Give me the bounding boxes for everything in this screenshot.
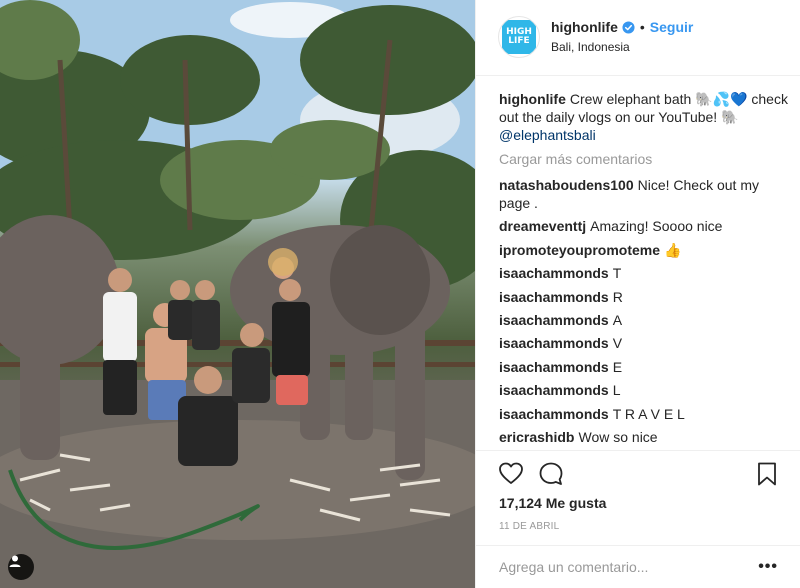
comment-row: isaachammonds A [499, 311, 789, 329]
comment-username[interactable]: ericrashidb [499, 429, 574, 445]
comment-row: isaachammonds R [499, 288, 789, 306]
brand-logo: HIGH LIFE [502, 20, 536, 54]
comment-text: Wow so nice [578, 428, 658, 445]
comment-username[interactable]: isaachammonds [499, 265, 609, 281]
comment-bubble-icon[interactable] [538, 461, 564, 487]
comment-text: T [612, 265, 622, 282]
comment-row: isaachammonds V [499, 334, 789, 352]
post-sidebar: HIGH LIFE highonlife • Seguir Bali, Indo… [475, 0, 800, 588]
load-more-comments-button[interactable]: Cargar más comentarios [499, 150, 789, 168]
comment-text: 👍 [664, 241, 682, 258]
username-link[interactable]: highonlife [551, 19, 618, 35]
caption-mention[interactable]: @elephantsbali [499, 127, 596, 143]
user-tag-icon[interactable] [8, 554, 34, 580]
comment-username[interactable]: isaachammonds [499, 335, 609, 351]
photo-illustration [0, 0, 475, 588]
heart-icon[interactable] [498, 461, 524, 487]
comment-row: ipromoteyoupromoteme 👍 [499, 241, 789, 259]
comment-username[interactable]: isaachammonds [499, 406, 609, 422]
comment-row: isaachammonds T [499, 264, 789, 282]
comment-row: isaachammonds L [499, 381, 789, 399]
location-link[interactable]: Bali, Indonesia [551, 40, 630, 54]
follow-button[interactable]: Seguir [650, 19, 694, 35]
comment-text: Amazing! Soooo nice [590, 218, 723, 235]
add-comment-bar: ••• [476, 545, 800, 588]
avatar-text-bottom: LIFE [508, 36, 530, 46]
avatar[interactable]: HIGH LIFE [498, 16, 540, 58]
separator-dot: • [639, 19, 645, 35]
comment-username[interactable]: ipromoteyoupromoteme [499, 242, 660, 258]
comment-username[interactable]: dreameventtj [499, 218, 586, 234]
comment-rows: natashaboudens100 Nice! Check out my page… [499, 176, 789, 446]
comment-row: natashaboudens100 Nice! Check out my page… [499, 176, 789, 212]
post-photo[interactable] [0, 0, 475, 588]
caption-username[interactable]: highonlife [499, 91, 566, 107]
comment-username[interactable]: isaachammonds [499, 382, 609, 398]
likes-count[interactable]: 17,124 Me gusta [499, 495, 606, 511]
comment-text: T R A V E L [612, 405, 685, 422]
comment-username[interactable]: isaachammonds [499, 312, 609, 328]
comment-input[interactable] [499, 559, 739, 575]
comment-row: isaachammonds E [499, 358, 789, 376]
comment-username[interactable]: isaachammonds [499, 289, 609, 305]
comment-row: isaachammonds T R A V E L [499, 405, 789, 423]
post-header: HIGH LIFE highonlife • Seguir Bali, Indo… [476, 0, 800, 76]
bookmark-icon[interactable] [754, 461, 780, 487]
caption: highonlife Crew elephant bath 🐘💦💙 check o… [499, 90, 789, 144]
more-options-button[interactable]: ••• [758, 558, 778, 576]
header-line: highonlife • Seguir [551, 19, 693, 35]
comment-text: L [612, 382, 621, 399]
comment-username[interactable]: isaachammonds [499, 359, 609, 375]
comment-username[interactable]: natashaboudens100 [499, 177, 634, 193]
comments-list: highonlife Crew elephant bath 🐘💦💙 check o… [499, 90, 789, 451]
action-bar: 17,124 Me gusta 11 DE ABRIL [476, 450, 800, 548]
post-date[interactable]: 11 DE ABRIL [499, 521, 559, 532]
comment-text: R [612, 288, 623, 305]
comment-text: A [612, 311, 623, 328]
verified-badge-icon [622, 20, 635, 34]
comment-row: ericrashidb Wow so nice [499, 428, 789, 446]
comment-text: V [612, 335, 623, 352]
comment-row: dreameventtj Amazing! Soooo nice [499, 217, 789, 235]
comment-text: E [612, 358, 623, 375]
